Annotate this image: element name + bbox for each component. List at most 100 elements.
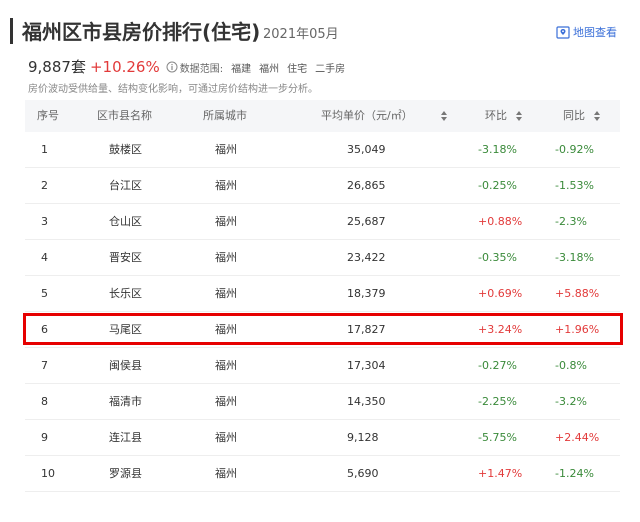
rank-cell: 5 xyxy=(41,287,48,300)
city-cell: 福州 xyxy=(215,287,237,300)
column-header-price-label: 平均单价（元/㎡） xyxy=(321,109,413,122)
district-cell: 仓山区 xyxy=(109,215,142,228)
yoy-cell: -1.24% xyxy=(555,467,594,480)
district-cell: 闽侯县 xyxy=(109,359,142,372)
mom-cell: +0.69% xyxy=(478,287,523,300)
yoy-cell: -3.18% xyxy=(555,251,594,264)
price-cell: 18,379 xyxy=(347,287,386,300)
table-row[interactable]: 8 福清市 福州 14,350 -2.25% -3.2% xyxy=(25,384,620,420)
column-header-city: 所属城市 xyxy=(203,109,247,122)
mom-cell: +1.47% xyxy=(478,467,523,480)
sort-icon xyxy=(593,111,600,121)
district-cell: 鼓楼区 xyxy=(109,143,142,156)
mom-cell: -3.18% xyxy=(478,143,517,156)
column-header-rank: 序号 xyxy=(37,109,59,122)
mom-cell: -2.25% xyxy=(478,395,517,408)
summary-line: 9,887套 +10.26% 数据范围: 福建 福州 住宅 二手房 xyxy=(28,56,345,77)
yoy-cell: +1.96% xyxy=(555,323,600,336)
table-row[interactable]: 5 长乐区 福州 18,379 +0.69% +5.88% xyxy=(25,276,620,312)
price-cell: 5,690 xyxy=(347,467,379,480)
scope-tag: 二手房 xyxy=(315,64,346,75)
mom-cell: -0.27% xyxy=(478,359,517,372)
price-cell: 17,304 xyxy=(347,359,386,372)
column-header-mom-label: 环比 xyxy=(485,109,507,122)
table-header: 序号 区市县名称 所属城市 平均单价（元/㎡） 环比 同比 xyxy=(25,100,620,132)
yoy-cell: -3.2% xyxy=(555,395,587,408)
map-view-link[interactable]: 地图查看 xyxy=(556,24,617,40)
table-row[interactable]: 7 闽侯县 福州 17,304 -0.27% -0.8% xyxy=(25,348,620,384)
column-header-yoy-label: 同比 xyxy=(563,109,585,122)
rank-cell: 3 xyxy=(41,215,48,228)
map-pin-icon xyxy=(556,26,570,39)
sort-icon xyxy=(515,111,522,121)
scope-tag: 住宅 xyxy=(287,64,308,75)
price-cell: 23,422 xyxy=(347,251,386,264)
listing-count: 9,887套 xyxy=(28,58,86,76)
table-row[interactable]: 9 连江县 福州 9,128 -5.75% +2.44% xyxy=(25,420,620,456)
column-header-price[interactable]: 平均单价（元/㎡） xyxy=(321,100,448,132)
yoy-cell: -1.53% xyxy=(555,179,594,192)
table-row[interactable]: 1 鼓楼区 福州 35,049 -3.18% -0.92% xyxy=(25,132,620,168)
rank-cell: 2 xyxy=(41,179,48,192)
map-view-label: 地图查看 xyxy=(573,26,617,39)
district-cell: 罗源县 xyxy=(109,467,142,480)
district-cell: 长乐区 xyxy=(109,287,142,300)
mom-cell: +3.24% xyxy=(478,323,523,336)
city-cell: 福州 xyxy=(215,359,237,372)
price-cell: 26,865 xyxy=(347,179,386,192)
table-row[interactable]: 6 马尾区 福州 17,827 +3.24% +1.96% xyxy=(25,312,620,348)
info-icon xyxy=(166,61,178,73)
table-row[interactable]: 10 罗源县 福州 5,690 +1.47% -1.24% xyxy=(25,456,620,492)
mom-cell: -0.35% xyxy=(478,251,517,264)
yoy-cell: +2.44% xyxy=(555,431,600,444)
district-cell: 连江县 xyxy=(109,431,142,444)
column-header-yoy[interactable]: 同比 xyxy=(563,100,601,132)
title-accent-bar xyxy=(10,18,13,44)
rank-cell: 6 xyxy=(41,323,48,336)
rank-cell: 8 xyxy=(41,395,48,408)
ranking-table: 序号 区市县名称 所属城市 平均单价（元/㎡） 环比 同比 1 鼓楼区 福州 35,0… xyxy=(25,100,620,492)
city-cell: 福州 xyxy=(215,215,237,228)
city-cell: 福州 xyxy=(215,431,237,444)
price-cell: 25,687 xyxy=(347,215,386,228)
table-body: 1 鼓楼区 福州 35,049 -3.18% -0.92% 2 台江区 福州 26,865 -0.2… xyxy=(25,132,620,492)
price-cell: 35,049 xyxy=(347,143,386,156)
analysis-note: 房价波动受供给量、结构变化影响，可通过房价结构进一步分析。 xyxy=(28,84,318,95)
column-header-district: 区市县名称 xyxy=(97,109,152,122)
scope-tag: 福建 xyxy=(231,64,252,75)
yoy-cell: -0.8% xyxy=(555,359,587,372)
city-cell: 福州 xyxy=(215,467,237,480)
district-cell: 台江区 xyxy=(109,179,142,192)
yoy-cell: +5.88% xyxy=(555,287,600,300)
price-cell: 14,350 xyxy=(347,395,386,408)
district-cell: 马尾区 xyxy=(109,323,142,336)
report-date: 2021年05月 xyxy=(263,27,339,42)
mom-cell: -0.25% xyxy=(478,179,517,192)
column-header-mom[interactable]: 环比 xyxy=(485,100,523,132)
header: 福州区市县房价排行(住宅) 2021年05月 地图查看 xyxy=(0,0,640,48)
city-cell: 福州 xyxy=(215,323,237,336)
sort-icon xyxy=(441,111,448,121)
table-row[interactable]: 2 台江区 福州 26,865 -0.25% -1.53% xyxy=(25,168,620,204)
city-cell: 福州 xyxy=(215,143,237,156)
city-cell: 福州 xyxy=(215,395,237,408)
price-cell: 9,128 xyxy=(347,431,379,444)
yoy-cell: -0.92% xyxy=(555,143,594,156)
rank-cell: 1 xyxy=(41,143,48,156)
scope-label: 数据范围: xyxy=(179,64,224,75)
city-cell: 福州 xyxy=(215,251,237,264)
price-change: +10.26% xyxy=(89,58,160,76)
rank-cell: 7 xyxy=(41,359,48,372)
district-cell: 晋安区 xyxy=(109,251,142,264)
rank-cell: 4 xyxy=(41,251,48,264)
district-cell: 福清市 xyxy=(109,395,142,408)
table-row[interactable]: 4 晋安区 福州 23,422 -0.35% -3.18% xyxy=(25,240,620,276)
mom-cell: -5.75% xyxy=(478,431,517,444)
city-cell: 福州 xyxy=(215,179,237,192)
rank-cell: 10 xyxy=(41,467,55,480)
rank-cell: 9 xyxy=(41,431,48,444)
page-title: 福州区市县房价排行(住宅) xyxy=(22,20,261,44)
scope-tag: 福州 xyxy=(259,64,280,75)
yoy-cell: -2.3% xyxy=(555,215,587,228)
table-row[interactable]: 3 仓山区 福州 25,687 +0.88% -2.3% xyxy=(25,204,620,240)
